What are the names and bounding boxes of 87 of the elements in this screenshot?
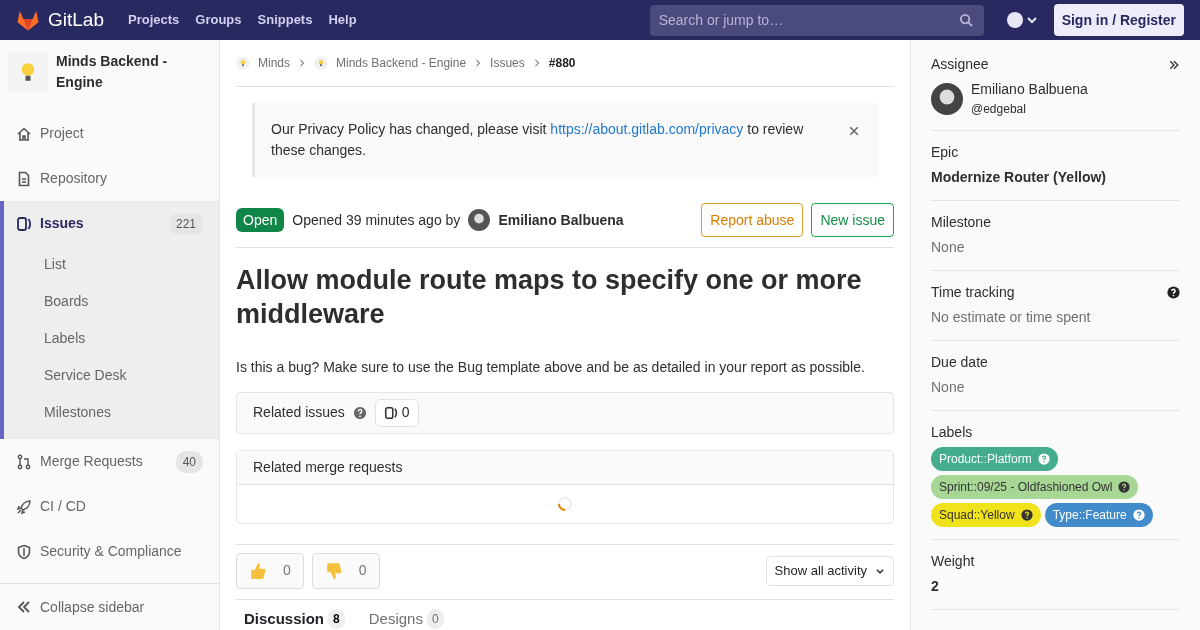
- section-value: None: [931, 238, 966, 257]
- shield-icon: [16, 543, 32, 560]
- help-icon: [352, 405, 367, 420]
- help-icon: [1132, 509, 1145, 521]
- nav-link[interactable]: Groups: [195, 10, 242, 30]
- alert-message: Our Privacy Policy has changed, please visit https://about.gitlab.com/privacy to review these changes.: [271, 120, 805, 160]
- help-icon: [1020, 509, 1033, 521]
- tab[interactable]: Designs 0: [368, 607, 444, 630]
- nav-link[interactable]: Snippets: [257, 10, 313, 30]
- item-count: 40: [175, 450, 203, 473]
- breadcrumb-link[interactable]: Minds Backend - Engine: [336, 54, 467, 72]
- rocket-icon: [16, 498, 32, 515]
- award-button[interactable]: 0: [311, 552, 380, 589]
- chevron-right-icon: [532, 59, 541, 67]
- avatar-icon: [468, 209, 491, 231]
- nav-link[interactable]: Projects: [128, 10, 180, 30]
- section-heading: Epic: [931, 143, 959, 162]
- award-button[interactable]: 0: [236, 552, 304, 589]
- author-name[interactable]: Emiliano Balbuena: [498, 209, 624, 231]
- issues-icon: [16, 215, 32, 232]
- assignee-heading: Assignee: [931, 55, 989, 74]
- thumbs-up-icon: [249, 561, 267, 580]
- section-value: 2: [931, 577, 940, 596]
- help-icon: [1118, 481, 1131, 493]
- sidebar-item[interactable]: CI / CD: [0, 484, 219, 529]
- sidebar-item[interactable]: Security & Compliance: [0, 529, 219, 574]
- section-value: No estimate or time spent: [931, 308, 1092, 327]
- sidebar-item[interactable]: Repository: [0, 156, 219, 201]
- sign-in-button[interactable]: Sign in / Register: [1053, 4, 1184, 36]
- document-icon: [16, 170, 32, 187]
- help-icon: [1037, 453, 1050, 465]
- lightbulb-icon: [236, 56, 250, 70]
- item-count: 221: [168, 212, 203, 235]
- close-icon[interactable]: [848, 125, 860, 137]
- label-tag[interactable]: Type::Feature: [1044, 503, 1153, 527]
- lightbulb-icon: [314, 56, 328, 70]
- sidebar-subitem[interactable]: Labels: [4, 320, 219, 357]
- related-issues-count: 0: [374, 398, 419, 427]
- privacy-link[interactable]: https://about.gitlab.com/privacy: [550, 121, 744, 137]
- help-icon[interactable]: [1167, 286, 1180, 299]
- issue-description: Is this a bug? Make sure to use the Bug template above and be as detailed in your report as possible.: [236, 357, 866, 377]
- home-icon: [16, 125, 32, 142]
- section-heading: Labels: [931, 423, 973, 442]
- section-heading: Time tracking: [931, 283, 1015, 302]
- search-field[interactable]: Search or jump to…: [649, 4, 984, 36]
- search-icon: [958, 12, 974, 28]
- section-heading: Milestone: [931, 213, 991, 232]
- sidebar-item[interactable]: Project: [0, 111, 219, 156]
- breadcrumb-link[interactable]: Minds: [258, 54, 290, 72]
- chevron-right-icon: [474, 59, 483, 67]
- assignee-username: @edgebal: [971, 101, 1027, 118]
- sidebar-item[interactable]: Merge Requests 40: [0, 439, 219, 484]
- section-heading: Due date: [931, 353, 988, 372]
- avatar-icon: [931, 82, 963, 115]
- double-chevron-right-icon[interactable]: [1168, 58, 1180, 71]
- sidebar-item[interactable]: Issues 221: [0, 201, 219, 246]
- status-badge: Open: [236, 208, 285, 232]
- breadcrumb-link[interactable]: #880: [548, 54, 576, 72]
- sidebar-subitem[interactable]: Service Desk: [4, 357, 219, 394]
- section-heading: Weight: [931, 552, 975, 571]
- related-merge-requests-heading: Related merge requests: [237, 450, 893, 485]
- nav-link[interactable]: Help: [328, 10, 357, 30]
- project-name[interactable]: Minds Backend - Engine: [56, 50, 211, 93]
- issues-icon: [383, 405, 398, 420]
- action-button[interactable]: Report abuse: [701, 203, 804, 237]
- thumbs-down-icon: [324, 561, 343, 580]
- activity-filter-dropdown[interactable]: Show all activity: [765, 555, 894, 586]
- project-avatar-icon: [8, 51, 48, 92]
- assignee-name[interactable]: Emiliano Balbuena: [971, 79, 1088, 100]
- breadcrumb-link[interactable]: Issues: [490, 54, 525, 72]
- action-button[interactable]: New issue: [811, 203, 894, 237]
- label-tag[interactable]: Squad::Yellow: [931, 503, 1041, 527]
- issue-title: Allow module route maps to specify one or more middleware: [236, 264, 863, 331]
- opened-text: Opened 39 minutes ago by: [292, 210, 461, 230]
- double-chevron-left-icon: [16, 599, 32, 615]
- tab[interactable]: Discussion 8: [244, 607, 345, 630]
- sidebar-subitem[interactable]: List: [4, 246, 219, 283]
- chevron-right-icon: [298, 59, 306, 67]
- section-value: Modernize Router (Yellow): [931, 168, 1107, 187]
- collapse-sidebar-button[interactable]: Collapse sidebar: [0, 583, 219, 630]
- related-issues-heading: Related issues: [253, 403, 345, 422]
- section-value: None: [931, 378, 966, 397]
- sidebar-subitem[interactable]: Milestones: [4, 394, 219, 431]
- sidebar-subitem[interactable]: Boards: [4, 283, 219, 320]
- merge-request-icon: [16, 453, 32, 470]
- brand-name[interactable]: GitLab: [48, 5, 104, 35]
- label-tag[interactable]: Sprint::09/25 - Oldfashioned Owl: [931, 475, 1139, 499]
